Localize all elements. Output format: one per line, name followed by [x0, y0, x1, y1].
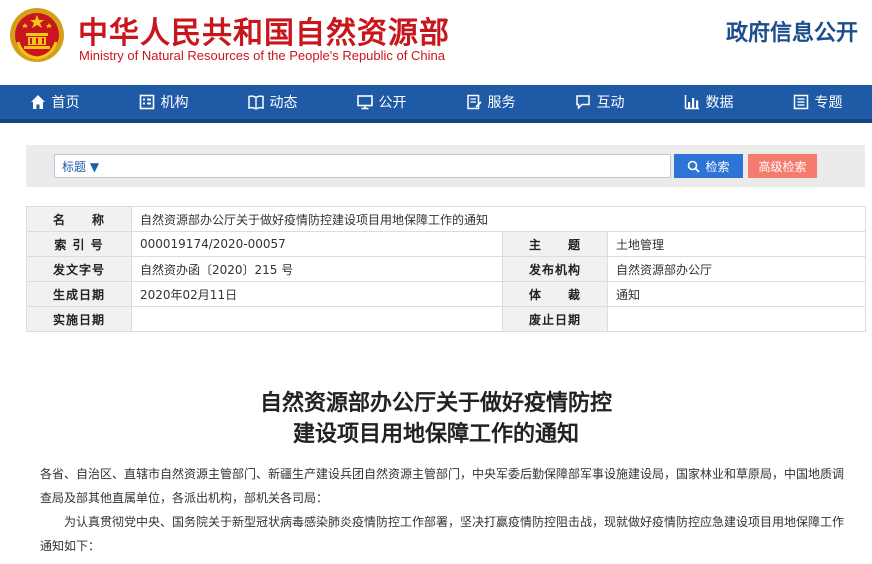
nav-item-org[interactable]: 机构: [109, 85, 218, 119]
search-box: 标题 ▼: [54, 154, 671, 178]
issuer-label: 发布机构: [502, 256, 608, 282]
nav-item-home[interactable]: 首页: [0, 85, 109, 119]
effective-value: [131, 306, 503, 332]
org-icon: [139, 94, 155, 110]
topic-value: 土地管理: [607, 231, 866, 257]
date-label: 生成日期: [26, 281, 132, 307]
article-paragraph: 为认真贯彻党中央、国务院关于新型冠状病毒感染肺炎疫情防控工作部署，坚决打赢疫情防…: [40, 515, 845, 553]
table-row: 名 称 自然资源部办公厅关于做好疫情防控建设项目用地保障工作的通知: [26, 206, 866, 232]
article-title-line: 建设项目用地保障工作的通知: [292, 421, 579, 447]
nav-label: 首页: [51, 95, 80, 111]
table-row: 生成日期 2020年02月11日 体 裁 通知: [26, 281, 866, 307]
home-icon: [30, 94, 46, 110]
nav-label: 专题: [814, 95, 843, 111]
index-label: 索 引 号: [26, 231, 132, 257]
search-button-label: 检索: [705, 159, 730, 174]
nav-item-interact[interactable]: 互动: [545, 85, 654, 119]
repeal-value: [607, 306, 866, 332]
table-row: 索 引 号 000019174/2020-00057 主 题 土地管理: [26, 231, 866, 257]
search-field-select[interactable]: 标题 ▼: [55, 158, 99, 175]
folder-icon: [793, 94, 809, 110]
date-value: 2020年02月11日: [131, 281, 503, 307]
repeal-label: 废止日期: [502, 306, 608, 332]
ministry-name-en[interactable]: Ministry of Natural Resources of the Peo…: [79, 48, 445, 63]
search-icon: [687, 160, 701, 173]
search-input[interactable]: [99, 155, 670, 177]
document-info-table: 名 称 自然资源部办公厅关于做好疫情防控建设项目用地保障工作的通知 索 引 号 …: [26, 206, 866, 332]
nav-item-open[interactable]: 公开: [327, 85, 436, 119]
site-title[interactable]: 政府信息公开: [726, 15, 858, 47]
form-icon: [466, 94, 482, 110]
article-body: 各省、自治区、直辖市自然资源主管部门、新疆生产建设兵团自然资源主管部门，中央军委…: [40, 462, 852, 558]
nav-item-data[interactable]: 数据: [654, 85, 763, 119]
site-header: 中华人民共和国自然资源部 Ministry of Natural Resourc…: [0, 0, 872, 85]
nav-item-topics[interactable]: 专题: [763, 85, 872, 119]
topic-label: 主 题: [502, 231, 608, 257]
ministry-name-cn[interactable]: 中华人民共和国自然资源部: [78, 8, 450, 52]
main-nav: 首页 机构 动态 公开 服务 互动 数据 专题: [0, 85, 872, 123]
search-button[interactable]: 检索: [674, 154, 743, 178]
book-icon: [247, 94, 264, 110]
nav-label: 机构: [160, 95, 189, 111]
effective-label: 实施日期: [26, 306, 132, 332]
article-paragraph: 各省、自治区、直辖市自然资源主管部门、新疆生产建设兵团自然资源主管部门，中央军委…: [40, 467, 845, 505]
national-emblem-icon[interactable]: [8, 6, 66, 64]
docno-label: 发文字号: [26, 256, 132, 282]
nav-label: 动态: [269, 95, 298, 111]
table-row: 实施日期 废止日期: [26, 306, 866, 332]
nav-label: 互动: [596, 95, 625, 111]
chat-icon: [575, 94, 591, 110]
article-title-line: 自然资源部办公厅关于做好疫情防控: [259, 390, 612, 416]
advanced-search-label: 高级检索: [758, 159, 807, 174]
monitor-icon: [356, 94, 373, 110]
name-label: 名 称: [26, 206, 132, 232]
bar-chart-icon: [684, 94, 700, 110]
search-bar: 标题 ▼ 检索 高级检索: [26, 145, 865, 187]
nav-label: 公开: [378, 95, 407, 111]
genre-value: 通知: [607, 281, 866, 307]
nav-label: 服务: [487, 95, 516, 111]
nav-item-news[interactable]: 动态: [218, 85, 327, 119]
name-value: 自然资源部办公厅关于做好疫情防控建设项目用地保障工作的通知: [131, 206, 866, 232]
genre-label: 体 裁: [502, 281, 608, 307]
docno-value: 自然资办函〔2020〕215 号: [131, 256, 503, 282]
table-row: 发文字号 自然资办函〔2020〕215 号 发布机构 自然资源部办公厅: [26, 256, 866, 282]
index-value: 000019174/2020-00057: [131, 231, 503, 257]
article-title: 自然资源部办公厅关于做好疫情防控 建设项目用地保障工作的通知: [0, 388, 872, 450]
nav-label: 数据: [705, 95, 734, 111]
nav-item-service[interactable]: 服务: [436, 85, 545, 119]
issuer-value: 自然资源部办公厅: [607, 256, 866, 282]
advanced-search-button[interactable]: 高级检索: [748, 154, 817, 178]
